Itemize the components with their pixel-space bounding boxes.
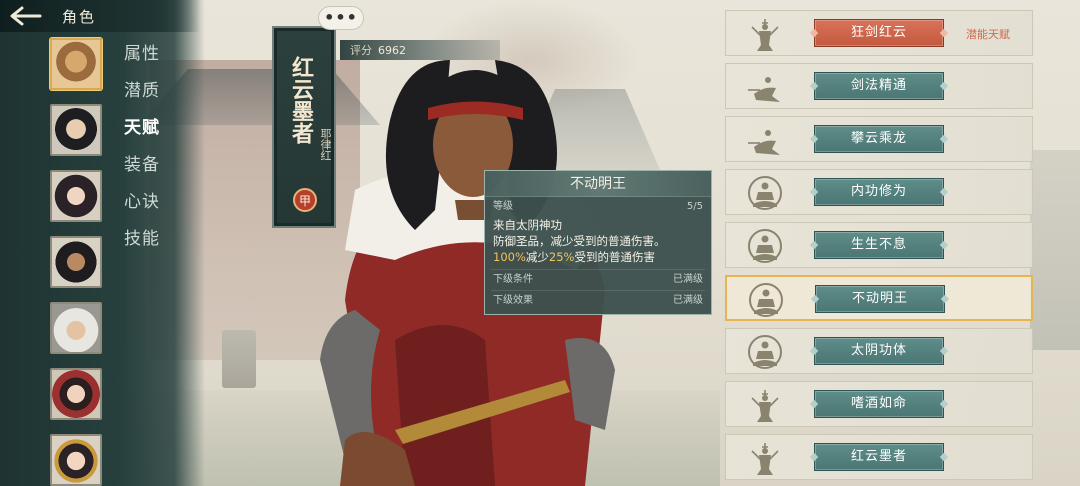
top-bar: 角色: [0, 0, 200, 32]
character-avatar[interactable]: [50, 236, 102, 288]
talent-button[interactable]: 内功修为: [814, 178, 944, 206]
swordsman-icon: [751, 19, 779, 51]
tooltip-title: 不动明王: [485, 171, 711, 197]
tooltip-next-effect-value: 已满级: [673, 295, 703, 306]
talent-row[interactable]: 太阴功体: [725, 328, 1033, 374]
tooltip-desc-line2: 100%减少25%受到的普通伤害: [493, 249, 703, 265]
talent-button[interactable]: 攀云乘龙: [814, 125, 944, 153]
menu-equipment[interactable]: 装备: [124, 153, 160, 178]
tooltip-level-row: 等级 5/5: [485, 199, 711, 215]
back-arrow-icon: [10, 6, 42, 26]
back-button[interactable]: [4, 2, 48, 30]
talent-row[interactable]: 内功修为: [725, 169, 1033, 215]
talent-button[interactable]: 生生不息: [814, 231, 944, 259]
talent-button[interactable]: 不动明王: [815, 285, 945, 313]
talent-row[interactable]: 攀云乘龙: [725, 116, 1033, 162]
talent-tooltip: 不动明王 等级 5/5 来自太阴神功 防御圣品，减少受到的普通伤害。 100%减…: [484, 170, 712, 315]
score-label: 评分: [350, 44, 372, 57]
meditation-icon: [748, 176, 782, 210]
menu-attributes[interactable]: 属性: [124, 42, 160, 67]
tooltip-next-condition-row: 下级条件 已满级: [485, 272, 711, 288]
character-avatar[interactable]: [50, 368, 102, 420]
tooltip-next-condition-value: 已满级: [673, 274, 703, 285]
left-sidebar: 角色 属性 潜质 天赋 装备 心诀 技能: [0, 0, 205, 486]
talent-button[interactable]: 剑法精通: [814, 72, 944, 100]
menu-potential[interactable]: 潜质: [124, 79, 160, 104]
swordsman-icon: [751, 443, 779, 475]
tooltip-source: 来自太阴神功: [493, 218, 562, 232]
talent-row[interactable]: 红云墨者: [725, 434, 1033, 480]
tooltip-level-value: 5/5: [686, 201, 703, 212]
tooltip-next-effect-row: 下级效果 已满级: [485, 293, 711, 309]
meditation-icon: [749, 283, 783, 317]
meditation-icon: [748, 229, 782, 263]
stone-lantern: [222, 330, 256, 388]
tooltip-highlight: 100%: [493, 250, 526, 264]
tooltip-desc-line1: 防御圣品，减少受到的普通伤害。: [493, 234, 666, 248]
talent-button[interactable]: 红云墨者: [814, 443, 944, 471]
talent-button[interactable]: 狂剑红云: [814, 19, 944, 47]
tooltip-divider: [491, 290, 705, 291]
talent-button[interactable]: 嗜酒如命: [814, 390, 944, 418]
tooltip-next-effect-label: 下级效果: [493, 295, 533, 306]
talent-row[interactable]: 狂剑红云 潜能天赋: [725, 10, 1033, 56]
character-avatar[interactable]: [50, 170, 102, 222]
character-avatar[interactable]: [50, 302, 102, 354]
talent-row[interactable]: 嗜酒如命: [725, 381, 1033, 427]
character-name-banner: 红云墨者 耶律红 甲: [272, 26, 336, 228]
menu-mind-art[interactable]: 心诀: [124, 190, 160, 215]
score-bar: 评分 6962: [340, 40, 500, 60]
character-title: 红云墨者: [288, 56, 314, 144]
tooltip-text: 减少: [525, 250, 549, 264]
talent-button[interactable]: 太阴功体: [814, 337, 944, 365]
talent-tag: 潜能天赋: [966, 28, 1010, 41]
tooltip-level-label: 等级: [493, 201, 513, 212]
tooltip-next-condition-label: 下级条件: [493, 274, 533, 285]
character-avatar[interactable]: [50, 38, 102, 90]
character-menu: 属性 潜质 天赋 装备 心诀 技能: [124, 42, 160, 252]
tooltip-text: 受到的普通伤害: [574, 250, 655, 264]
tooltip-highlight: 25%: [548, 250, 575, 264]
swordsman-icon: [751, 390, 779, 422]
character-avatar[interactable]: [50, 434, 102, 486]
tooltip-description: 来自太阴神功 防御圣品，减少受到的普通伤害。 100%减少25%受到的普通伤害: [485, 215, 711, 267]
score-value: 6962: [378, 43, 406, 57]
character-name: 耶律红: [319, 128, 332, 161]
meditation-icon: [748, 335, 782, 369]
background-rocks: [1030, 150, 1080, 350]
talent-row[interactable]: 生生不息: [725, 222, 1033, 268]
menu-skills[interactable]: 技能: [124, 227, 160, 252]
tooltip-divider: [491, 269, 705, 270]
character-avatar[interactable]: [50, 104, 102, 156]
talent-list: 狂剑红云 潜能天赋剑法精通攀云乘龙内功修为生生不息不动明王太阴功体嗜酒如命红云墨者: [725, 10, 1033, 480]
lunging-swordsman-icon: [748, 130, 780, 155]
character-avatar-list: [50, 38, 104, 486]
more-dots-icon: •••: [324, 8, 358, 27]
rank-badge: 甲: [293, 188, 317, 212]
talent-row[interactable]: 剑法精通: [725, 63, 1033, 109]
page-title: 角色: [62, 8, 97, 26]
talent-row[interactable]: 不动明王: [725, 275, 1033, 321]
more-options-button[interactable]: •••: [318, 6, 364, 30]
menu-talent[interactable]: 天赋: [124, 116, 160, 141]
lunging-swordsman-icon: [748, 77, 780, 102]
